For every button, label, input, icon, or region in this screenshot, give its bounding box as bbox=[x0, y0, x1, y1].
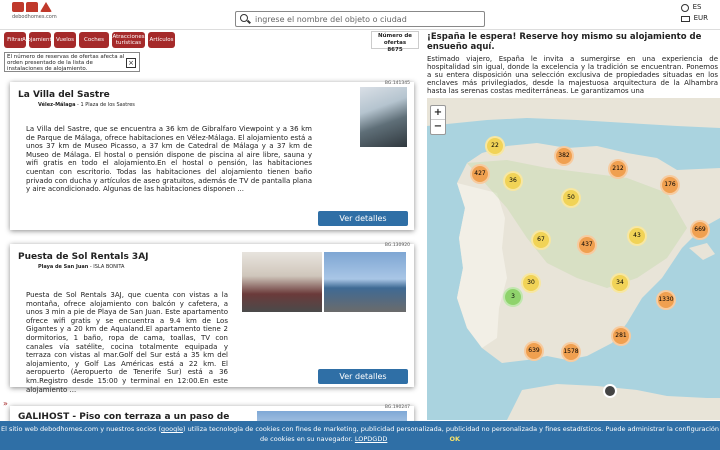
map-cluster[interactable]: 22 bbox=[485, 136, 505, 156]
cookie-text-before: El sitio web debodhomes.com y nuestros s… bbox=[0, 425, 161, 433]
map-cluster[interactable]: 3 bbox=[503, 287, 523, 307]
cookie-banner: El sitio web debodhomes.com y nuestros s… bbox=[0, 421, 720, 450]
listing-title[interactable]: La Villa del Sastre bbox=[18, 90, 110, 100]
map-cluster[interactable]: 669 bbox=[690, 220, 710, 240]
cookie-ok-button[interactable]: OK bbox=[449, 435, 460, 443]
currency-selector[interactable]: EUR bbox=[680, 13, 708, 24]
listing-ref: BG.130920 bbox=[384, 243, 410, 248]
map-cluster[interactable]: 427 bbox=[470, 164, 490, 184]
offers-number: 8675 bbox=[387, 47, 403, 53]
filter-flights[interactable]: Vuelos bbox=[54, 32, 76, 48]
offers-label: Número de ofertas bbox=[377, 33, 413, 46]
listing-location: Playa de San Juan - ISLA BONITA bbox=[38, 264, 125, 270]
details-button[interactable]: Ver detalles bbox=[318, 369, 408, 384]
map-cluster[interactable]: 382 bbox=[554, 146, 574, 166]
listing-description: Puesta de Sol Rentals 3AJ, que cuenta co… bbox=[26, 291, 228, 394]
filter-accommodation[interactable]: Alojamientos bbox=[22, 32, 58, 48]
logo-text: debodhomes.com bbox=[12, 14, 57, 20]
zoom-out-button[interactable]: − bbox=[431, 120, 445, 134]
map-cluster[interactable]: 34 bbox=[610, 273, 630, 293]
home-marker-icon[interactable] bbox=[603, 384, 617, 398]
map-cluster[interactable]: 67 bbox=[531, 230, 551, 250]
listing-card: BG.141345 La Villa del Sastre Vélez-Mála… bbox=[10, 81, 414, 230]
chevron-down-icon[interactable]: » bbox=[3, 400, 9, 408]
globe-icon bbox=[680, 3, 689, 12]
map-land bbox=[427, 98, 720, 420]
listing-address: 1 Plaza de los Sastres bbox=[80, 102, 135, 108]
search-input[interactable] bbox=[255, 14, 475, 24]
listing-town: Vélez-Málaga bbox=[38, 102, 76, 108]
filter-attractions[interactable]: Atracciones turísticas bbox=[112, 32, 145, 48]
zoom-control: + − bbox=[430, 105, 446, 135]
building-icon bbox=[26, 2, 38, 12]
listing-photo[interactable] bbox=[324, 252, 406, 312]
map[interactable]: + − 22 382 427 36 212 176 50 67 437 43 6… bbox=[427, 98, 720, 420]
language-label: ES bbox=[692, 3, 702, 11]
map-cluster[interactable]: 36 bbox=[503, 171, 523, 191]
language-selector[interactable]: ES bbox=[680, 2, 708, 13]
promo-heading: ¡España le espera! Reserve hoy mismo su … bbox=[427, 32, 702, 52]
map-cluster[interactable]: 1578 bbox=[561, 342, 581, 362]
map-cluster[interactable]: 50 bbox=[561, 188, 581, 208]
currency-icon bbox=[680, 15, 690, 22]
listing-card: BG.130920 Puesta de Sol Rentals 3AJ Play… bbox=[10, 243, 414, 394]
site-logo[interactable]: debodhomes.com bbox=[12, 2, 60, 26]
listing-ref: BG.190247 bbox=[384, 405, 410, 410]
search-box bbox=[235, 11, 485, 27]
listing-photo[interactable] bbox=[360, 87, 407, 147]
map-cluster[interactable]: 1330 bbox=[656, 290, 676, 310]
details-button[interactable]: Ver detalles bbox=[318, 211, 408, 226]
notice-text: El número de reservas de ofertas afecta … bbox=[7, 54, 125, 72]
listing-address: ISLA BONITA bbox=[93, 264, 125, 270]
cookie-google-link[interactable]: google bbox=[161, 425, 183, 433]
currency-label: EUR bbox=[693, 14, 708, 22]
filter-cars[interactable]: Coches bbox=[79, 32, 109, 48]
filter-articles[interactable]: Artículos bbox=[148, 32, 175, 48]
promo-text: Estimado viajero, España le invita a sum… bbox=[427, 55, 718, 95]
map-cluster[interactable]: 639 bbox=[524, 341, 544, 361]
bus-icon bbox=[12, 2, 24, 12]
close-icon[interactable]: × bbox=[126, 58, 136, 68]
zoom-in-button[interactable]: + bbox=[431, 106, 445, 120]
filter-bar: Filtrar Alojamientos Vuelos Coches Atrac… bbox=[4, 32, 175, 48]
map-cluster[interactable]: 30 bbox=[521, 273, 541, 293]
map-cluster[interactable]: 43 bbox=[627, 226, 647, 246]
logo-icons bbox=[12, 2, 60, 12]
map-cluster[interactable]: 176 bbox=[660, 175, 680, 195]
locale-settings: ES EUR bbox=[680, 2, 708, 24]
promo-panel: ¡España le espera! Reserve hoy mismo su … bbox=[427, 32, 718, 95]
lopdgdd-link[interactable]: LOPDGDD bbox=[355, 435, 387, 443]
listing-town: Playa de San Juan bbox=[38, 264, 89, 270]
map-cluster[interactable]: 212 bbox=[608, 159, 628, 179]
search-icon[interactable] bbox=[238, 12, 252, 26]
listing-location: Vélez-Málaga - 1 Plaza de los Sastres bbox=[38, 102, 135, 108]
listing-photo[interactable] bbox=[242, 252, 322, 312]
header: debodhomes.com ES EUR bbox=[0, 0, 720, 30]
map-cluster[interactable]: 281 bbox=[611, 326, 631, 346]
umbrella-icon bbox=[40, 2, 52, 12]
listing-title[interactable]: Puesta de Sol Rentals 3AJ bbox=[18, 252, 149, 262]
ranking-notice: El número de reservas de ofertas afecta … bbox=[4, 52, 140, 72]
offers-count: Número de ofertas 8675 bbox=[371, 31, 419, 53]
map-cluster[interactable]: 437 bbox=[577, 235, 597, 255]
listing-description: La Villa del Sastre, que se encuentra a … bbox=[26, 125, 312, 194]
listing-ref: BG.141345 bbox=[384, 81, 410, 86]
